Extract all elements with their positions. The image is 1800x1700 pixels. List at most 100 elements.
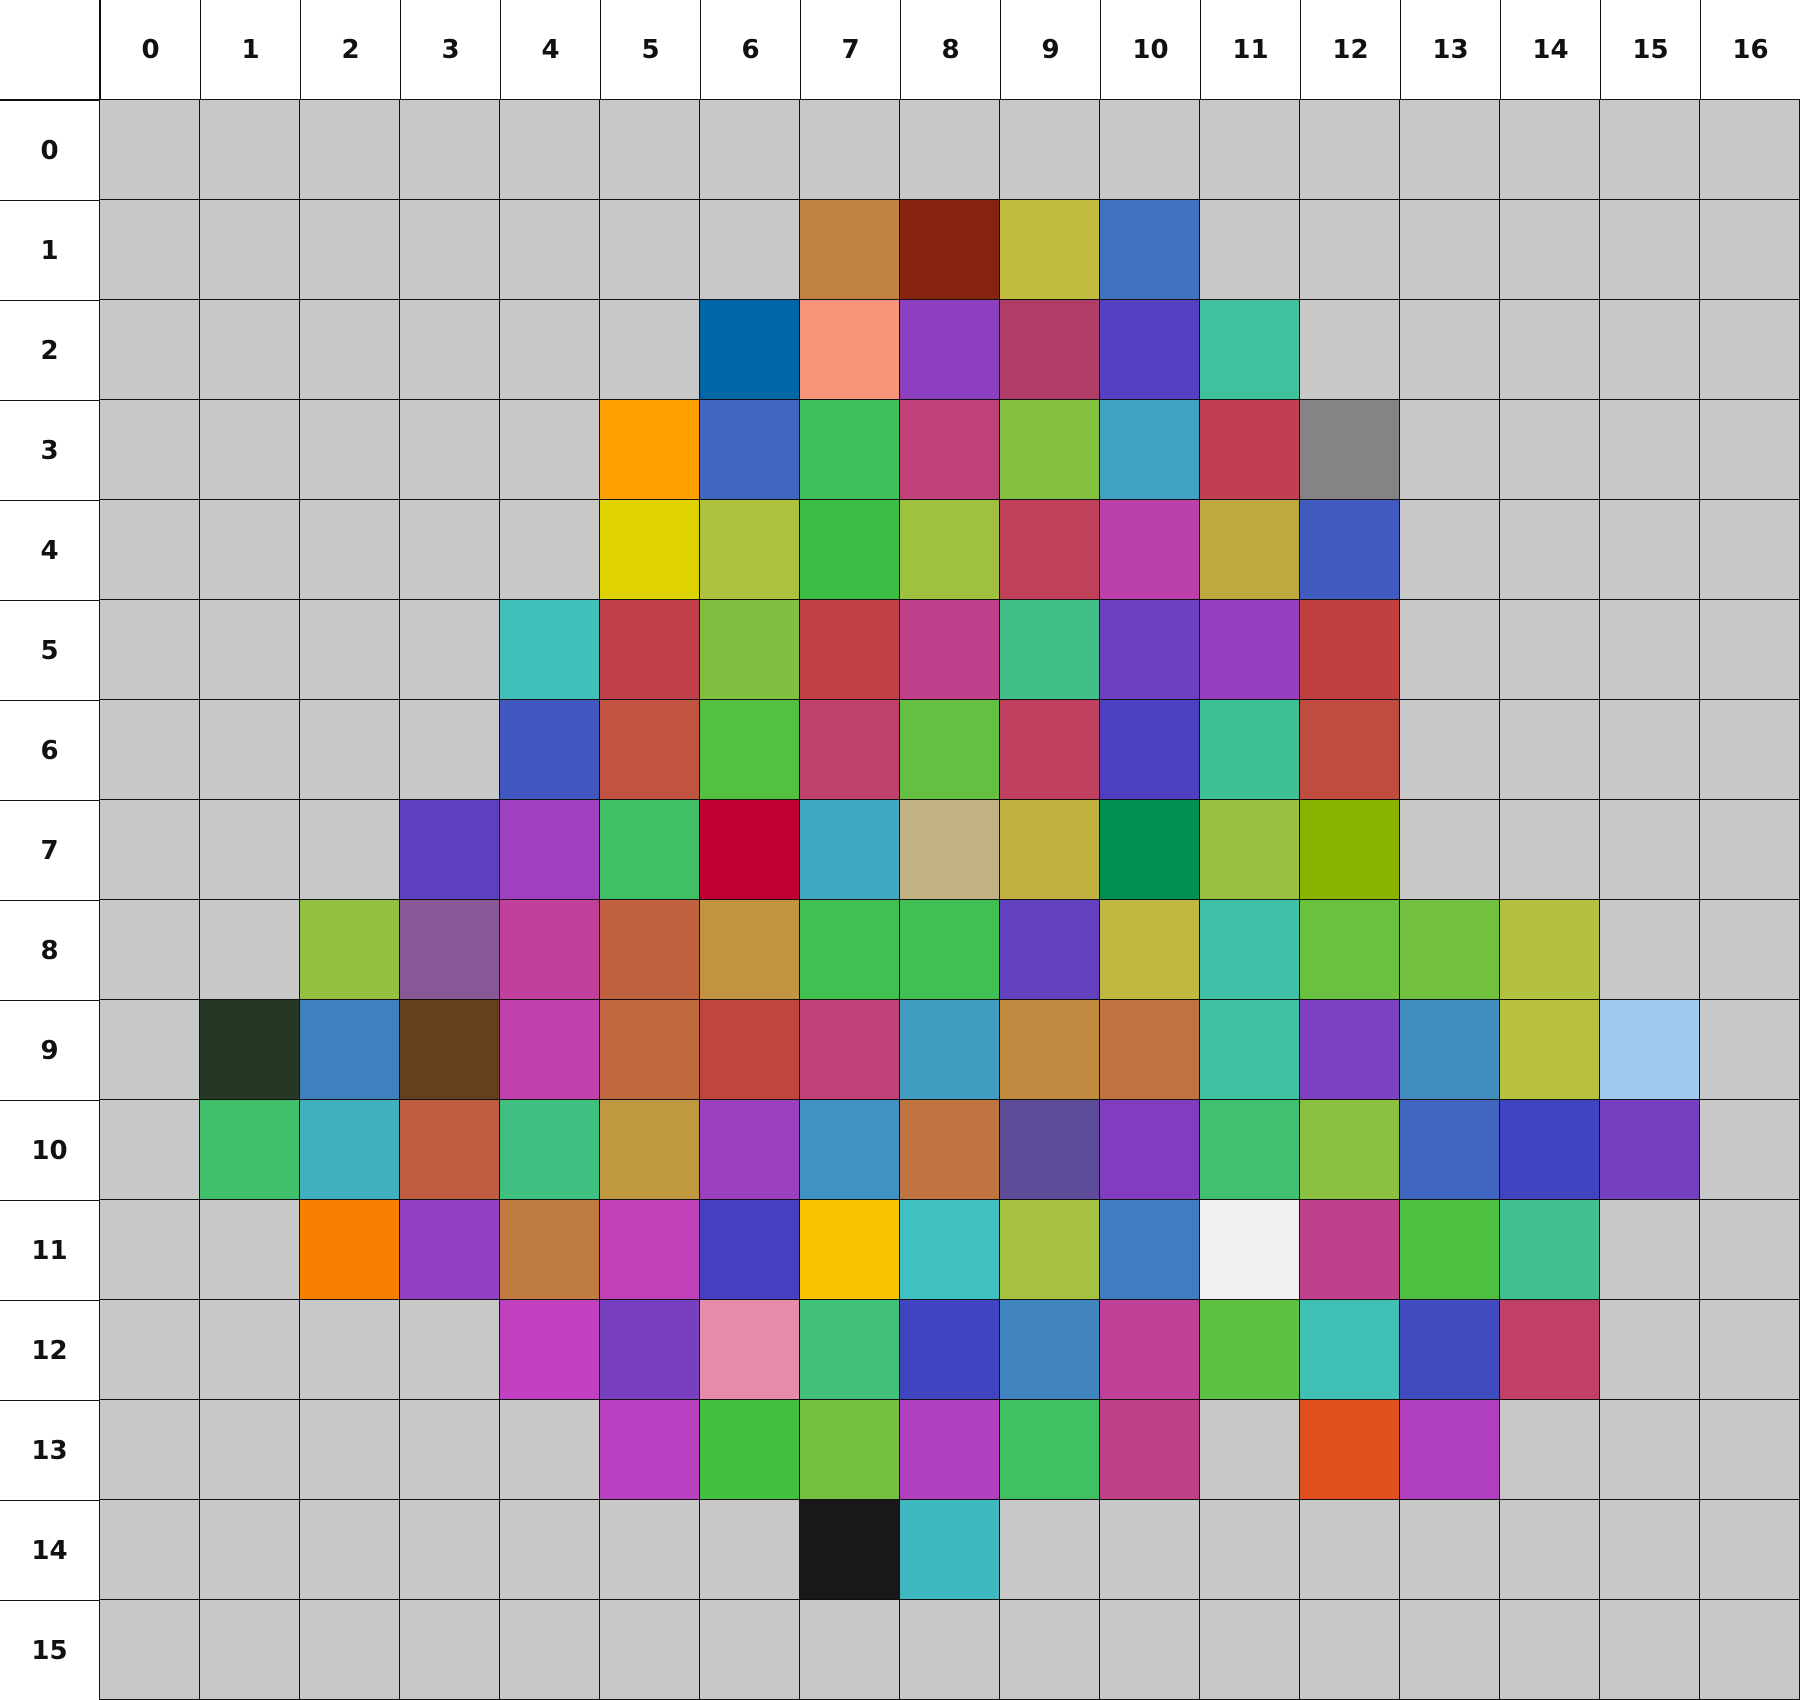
grid-cell-r5-c10[interactable] <box>1100 600 1200 700</box>
grid-cell-r12-c1[interactable] <box>200 1300 300 1400</box>
grid-cell-r7-c12[interactable] <box>1300 800 1400 900</box>
grid-cell-r14-c1[interactable] <box>200 1500 300 1600</box>
grid-cell-r1-c9[interactable] <box>1000 200 1100 300</box>
grid-cell-r7-c11[interactable] <box>1200 800 1300 900</box>
grid-cell-r6-c5[interactable] <box>600 700 700 800</box>
grid-cell-r10-c1[interactable] <box>200 1100 300 1200</box>
grid-cell-r2-c11[interactable] <box>1200 300 1300 400</box>
grid-cell-r4-c15[interactable] <box>1600 500 1700 600</box>
grid-cell-r9-c16[interactable] <box>1700 1000 1800 1100</box>
grid-cell-r14-c5[interactable] <box>600 1500 700 1600</box>
grid-cell-r5-c12[interactable] <box>1300 600 1400 700</box>
grid-cell-r0-c2[interactable] <box>300 100 400 200</box>
grid-cell-r11-c0[interactable] <box>100 1200 200 1300</box>
grid-cell-r5-c9[interactable] <box>1000 600 1100 700</box>
grid-cell-r14-c6[interactable] <box>700 1500 800 1600</box>
grid-cell-r3-c9[interactable] <box>1000 400 1100 500</box>
grid-cell-r15-c8[interactable] <box>900 1600 1000 1700</box>
grid-cell-r13-c5[interactable] <box>600 1400 700 1500</box>
grid-cell-r11-c11[interactable] <box>1200 1200 1300 1300</box>
grid-cell-r7-c1[interactable] <box>200 800 300 900</box>
grid-cell-r11-c3[interactable] <box>400 1200 500 1300</box>
grid-cell-r14-c7[interactable] <box>800 1500 900 1600</box>
grid-cell-r11-c2[interactable] <box>300 1200 400 1300</box>
grid-cell-r5-c11[interactable] <box>1200 600 1300 700</box>
grid-cell-r15-c16[interactable] <box>1700 1600 1800 1700</box>
grid-cell-r2-c2[interactable] <box>300 300 400 400</box>
grid-cell-r10-c12[interactable] <box>1300 1100 1400 1200</box>
grid-cell-r3-c15[interactable] <box>1600 400 1700 500</box>
grid-cell-r14-c12[interactable] <box>1300 1500 1400 1600</box>
grid-cell-r9-c12[interactable] <box>1300 1000 1400 1100</box>
grid-cell-r13-c8[interactable] <box>900 1400 1000 1500</box>
grid-cell-r9-c5[interactable] <box>600 1000 700 1100</box>
grid-cell-r7-c9[interactable] <box>1000 800 1100 900</box>
grid-cell-r12-c7[interactable] <box>800 1300 900 1400</box>
grid-cell-r4-c3[interactable] <box>400 500 500 600</box>
grid-cell-r6-c0[interactable] <box>100 700 200 800</box>
grid-cell-r14-c9[interactable] <box>1000 1500 1100 1600</box>
grid-cell-r8-c13[interactable] <box>1400 900 1500 1000</box>
grid-cell-r15-c6[interactable] <box>700 1600 800 1700</box>
grid-cell-r7-c4[interactable] <box>500 800 600 900</box>
grid-cell-r9-c10[interactable] <box>1100 1000 1200 1100</box>
grid-cell-r2-c7[interactable] <box>800 300 900 400</box>
grid-cell-r8-c10[interactable] <box>1100 900 1200 1000</box>
grid-cell-r8-c3[interactable] <box>400 900 500 1000</box>
grid-cell-r14-c8[interactable] <box>900 1500 1000 1600</box>
grid-cell-r9-c8[interactable] <box>900 1000 1000 1100</box>
grid-cell-r0-c6[interactable] <box>700 100 800 200</box>
grid-cell-r14-c10[interactable] <box>1100 1500 1200 1600</box>
grid-cell-r10-c11[interactable] <box>1200 1100 1300 1200</box>
grid-cell-r15-c10[interactable] <box>1100 1600 1200 1700</box>
grid-cell-r6-c10[interactable] <box>1100 700 1200 800</box>
grid-cell-r8-c9[interactable] <box>1000 900 1100 1000</box>
grid-cell-r3-c0[interactable] <box>100 400 200 500</box>
grid-cell-r4-c12[interactable] <box>1300 500 1400 600</box>
grid-cell-r12-c8[interactable] <box>900 1300 1000 1400</box>
grid-cell-r2-c5[interactable] <box>600 300 700 400</box>
grid-cell-r6-c1[interactable] <box>200 700 300 800</box>
grid-cell-r0-c8[interactable] <box>900 100 1000 200</box>
grid-cell-r12-c14[interactable] <box>1500 1300 1600 1400</box>
grid-cell-r4-c7[interactable] <box>800 500 900 600</box>
grid-cell-r13-c14[interactable] <box>1500 1400 1600 1500</box>
grid-cell-r10-c16[interactable] <box>1700 1100 1800 1200</box>
grid-cell-r1-c12[interactable] <box>1300 200 1400 300</box>
grid-cell-r2-c14[interactable] <box>1500 300 1600 400</box>
grid-cell-r2-c12[interactable] <box>1300 300 1400 400</box>
grid-cell-r3-c3[interactable] <box>400 400 500 500</box>
grid-cell-r8-c0[interactable] <box>100 900 200 1000</box>
grid-cell-r6-c6[interactable] <box>700 700 800 800</box>
grid-cell-r13-c0[interactable] <box>100 1400 200 1500</box>
grid-cell-r5-c7[interactable] <box>800 600 900 700</box>
grid-cell-r12-c6[interactable] <box>700 1300 800 1400</box>
grid-cell-r5-c15[interactable] <box>1600 600 1700 700</box>
grid-cell-r14-c0[interactable] <box>100 1500 200 1600</box>
grid-cell-r12-c13[interactable] <box>1400 1300 1500 1400</box>
grid-cell-r6-c3[interactable] <box>400 700 500 800</box>
grid-cell-r0-c0[interactable] <box>100 100 200 200</box>
grid-cell-r10-c9[interactable] <box>1000 1100 1100 1200</box>
grid-cell-r9-c2[interactable] <box>300 1000 400 1100</box>
grid-cell-r1-c11[interactable] <box>1200 200 1300 300</box>
grid-cell-r4-c4[interactable] <box>500 500 600 600</box>
grid-cell-r1-c6[interactable] <box>700 200 800 300</box>
grid-cell-r1-c14[interactable] <box>1500 200 1600 300</box>
grid-cell-r12-c11[interactable] <box>1200 1300 1300 1400</box>
grid-cell-r12-c12[interactable] <box>1300 1300 1400 1400</box>
grid-cell-r5-c14[interactable] <box>1500 600 1600 700</box>
grid-cell-r5-c6[interactable] <box>700 600 800 700</box>
grid-cell-r14-c11[interactable] <box>1200 1500 1300 1600</box>
grid-cell-r0-c3[interactable] <box>400 100 500 200</box>
grid-cell-r1-c2[interactable] <box>300 200 400 300</box>
grid-cell-r2-c10[interactable] <box>1100 300 1200 400</box>
grid-cell-r11-c4[interactable] <box>500 1200 600 1300</box>
grid-cell-r3-c8[interactable] <box>900 400 1000 500</box>
grid-cell-r7-c2[interactable] <box>300 800 400 900</box>
grid-cell-r4-c13[interactable] <box>1400 500 1500 600</box>
grid-cell-r3-c10[interactable] <box>1100 400 1200 500</box>
grid-cell-r13-c1[interactable] <box>200 1400 300 1500</box>
grid-cell-r13-c9[interactable] <box>1000 1400 1100 1500</box>
grid-cell-r15-c2[interactable] <box>300 1600 400 1700</box>
